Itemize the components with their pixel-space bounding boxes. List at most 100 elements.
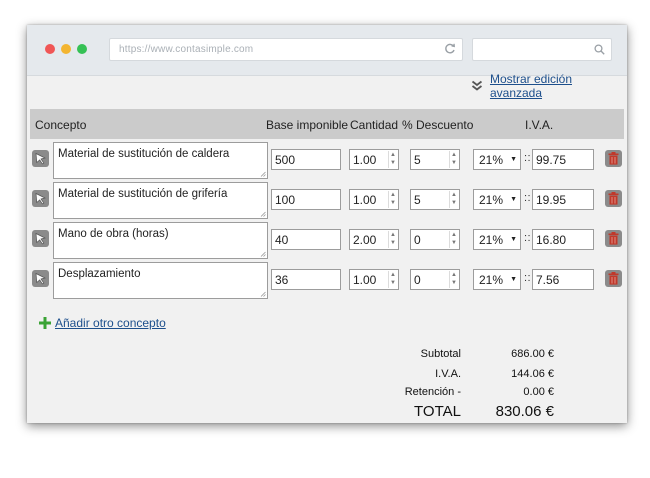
resize-grip-icon[interactable] <box>260 171 266 177</box>
advanced-edit-link[interactable]: Mostrar edición avanzada <box>471 72 627 100</box>
retention-value: 0.00 € <box>523 386 554 398</box>
delete-row-button[interactable] <box>605 270 622 287</box>
spinner-up-icon[interactable]: ▲ <box>450 271 458 279</box>
separator: :: <box>524 272 532 284</box>
vat-rate-value: 21% <box>479 193 504 207</box>
concept-textarea[interactable]: Material de sustitución de caldera <box>53 142 268 179</box>
retention-label: Retención - <box>404 386 461 398</box>
trash-icon <box>608 272 619 285</box>
select-row-button[interactable] <box>32 230 49 247</box>
close-window-dot[interactable] <box>45 44 55 54</box>
spinner[interactable]: ▲ ▼ <box>449 151 458 168</box>
url-bar[interactable]: https://www.contasimple.com <box>109 38 463 61</box>
discount-stepper[interactable]: 5 ▲ ▼ <box>410 189 460 210</box>
delete-row-button[interactable] <box>605 190 622 207</box>
vat-amount-input[interactable]: 7.56 <box>532 269 594 290</box>
resize-grip-icon[interactable] <box>260 251 266 257</box>
vat-rate-value: 21% <box>479 273 504 287</box>
vat-amount-value: 16.80 <box>536 233 567 247</box>
vat-amount-value: 19.95 <box>536 193 567 207</box>
base-input[interactable]: 500 <box>271 149 341 170</box>
minimize-window-dot[interactable] <box>61 44 71 54</box>
concept-text: Desplazamiento <box>58 268 141 280</box>
spinner-down-icon[interactable]: ▼ <box>450 159 458 167</box>
spinner-up-icon[interactable]: ▲ <box>450 151 458 159</box>
resize-grip-icon[interactable] <box>260 211 266 217</box>
double-chevron-down-icon <box>471 80 483 91</box>
quantity-stepper[interactable]: 1.00 ▲ ▼ <box>349 269 399 290</box>
concept-textarea[interactable]: Desplazamiento <box>53 262 268 299</box>
vat-amount-input[interactable]: 19.95 <box>532 189 594 210</box>
spinner[interactable]: ▲ ▼ <box>388 191 397 208</box>
quantity-value: 2.00 <box>353 233 377 247</box>
base-input[interactable]: 100 <box>271 189 341 210</box>
select-row-button[interactable] <box>32 190 49 207</box>
spinner-down-icon[interactable]: ▼ <box>389 279 397 287</box>
quantity-stepper[interactable]: 2.00 ▲ ▼ <box>349 229 399 250</box>
vat-rate-select[interactable]: 21% ▼ <box>473 189 521 210</box>
reload-icon[interactable] <box>443 42 457 56</box>
separator: :: <box>524 232 532 244</box>
quantity-value: 1.00 <box>353 193 377 207</box>
discount-stepper[interactable]: 5 ▲ ▼ <box>410 149 460 170</box>
spinner-down-icon[interactable]: ▼ <box>389 239 397 247</box>
add-concept-link[interactable]: Añadir otro concepto <box>39 315 166 331</box>
subtotal-value: 686.00 € <box>511 348 554 360</box>
vat-rate-select[interactable]: 21% ▼ <box>473 149 521 170</box>
resize-grip-icon[interactable] <box>260 291 266 297</box>
subtotal-label: Subtotal <box>420 348 461 360</box>
spinner-down-icon[interactable]: ▼ <box>389 199 397 207</box>
search-icon[interactable] <box>594 44 605 55</box>
select-row-button[interactable] <box>32 270 49 287</box>
quantity-stepper[interactable]: 1.00 ▲ ▼ <box>349 189 399 210</box>
base-value: 500 <box>275 153 296 167</box>
discount-stepper[interactable]: 0 ▲ ▼ <box>410 269 460 290</box>
spinner-up-icon[interactable]: ▲ <box>389 191 397 199</box>
delete-row-button[interactable] <box>605 230 622 247</box>
spinner-up-icon[interactable]: ▲ <box>389 151 397 159</box>
spinner-up-icon[interactable]: ▲ <box>389 271 397 279</box>
spinner[interactable]: ▲ ▼ <box>388 151 397 168</box>
spinner[interactable]: ▲ ▼ <box>449 191 458 208</box>
quantity-stepper[interactable]: 1.00 ▲ ▼ <box>349 149 399 170</box>
discount-value: 0 <box>414 233 421 247</box>
browser-chrome: https://www.contasimple.com <box>27 25 627 76</box>
total-value: 830.06 € <box>495 403 554 420</box>
search-input[interactable] <box>472 38 612 61</box>
spinner[interactable]: ▲ ▼ <box>388 271 397 288</box>
vat-amount-input[interactable]: 16.80 <box>532 229 594 250</box>
maximize-window-dot[interactable] <box>77 44 87 54</box>
table-row: Material de sustitución de grifería 100 … <box>27 182 627 220</box>
spinner-up-icon[interactable]: ▲ <box>389 231 397 239</box>
select-row-button[interactable] <box>32 150 49 167</box>
header-quantity: Cantidad <box>350 118 399 132</box>
vat-rate-select[interactable]: 21% ▼ <box>473 229 521 250</box>
discount-stepper[interactable]: 0 ▲ ▼ <box>410 229 460 250</box>
delete-row-button[interactable] <box>605 150 622 167</box>
discount-value: 5 <box>414 193 421 207</box>
separator: :: <box>524 192 532 204</box>
vat-rate-select[interactable]: 21% ▼ <box>473 269 521 290</box>
spinner-up-icon[interactable]: ▲ <box>450 191 458 199</box>
vat-amount-input[interactable]: 99.75 <box>532 149 594 170</box>
cursor-arrow-icon <box>35 272 47 285</box>
spinner-down-icon[interactable]: ▼ <box>389 159 397 167</box>
header-concept: Concepto <box>35 118 87 132</box>
browser-window: https://www.contasimple.com Mostrar edic… <box>27 25 627 423</box>
spinner-down-icon[interactable]: ▼ <box>450 239 458 247</box>
add-concept-link-text[interactable]: Añadir otro concepto <box>55 316 166 330</box>
spinner-down-icon[interactable]: ▼ <box>450 279 458 287</box>
base-input[interactable]: 40 <box>271 229 341 250</box>
spinner[interactable]: ▲ ▼ <box>449 231 458 248</box>
header-discount: % Descuento <box>402 118 474 132</box>
spinner-down-icon[interactable]: ▼ <box>450 199 458 207</box>
vat-rate-value: 21% <box>479 153 504 167</box>
advanced-edit-link-text[interactable]: Mostrar edición avanzada <box>490 72 627 100</box>
spinner-up-icon[interactable]: ▲ <box>450 231 458 239</box>
concept-textarea[interactable]: Material de sustitución de grifería <box>53 182 268 219</box>
spinner[interactable]: ▲ ▼ <box>388 231 397 248</box>
base-input[interactable]: 36 <box>271 269 341 290</box>
vat-amount-value: 7.56 <box>536 273 560 287</box>
concept-textarea[interactable]: Mano de obra (horas) <box>53 222 268 259</box>
spinner[interactable]: ▲ ▼ <box>449 271 458 288</box>
